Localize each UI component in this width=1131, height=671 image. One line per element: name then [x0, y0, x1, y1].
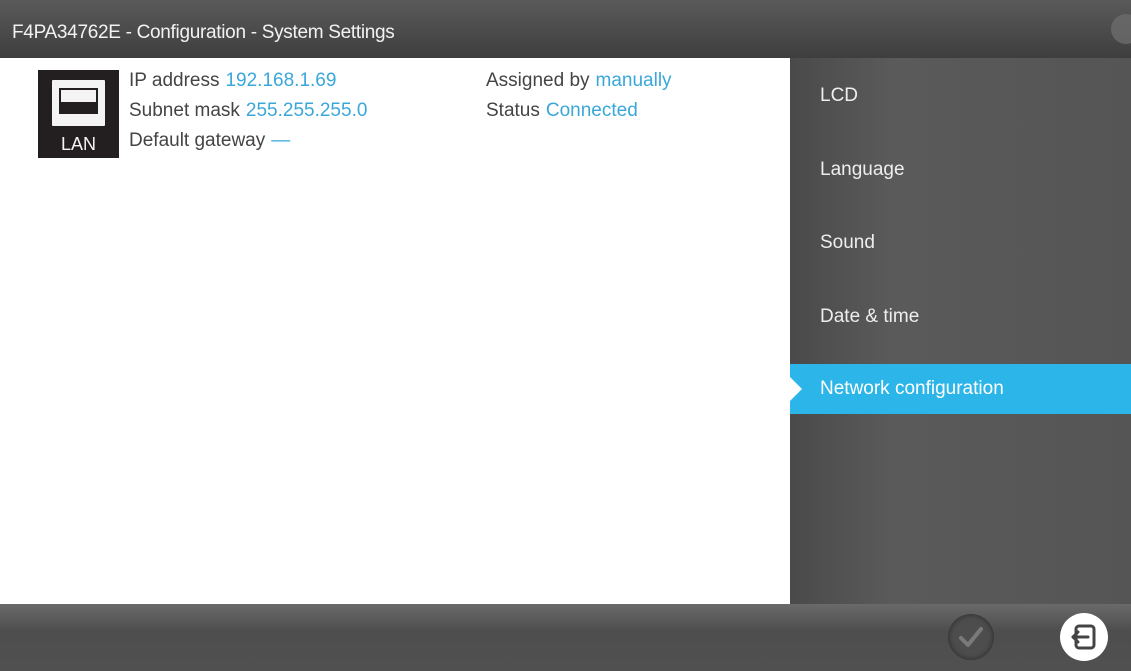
- default-gateway-row: Default gateway —: [129, 130, 290, 152]
- sidebar-item-language[interactable]: Language: [790, 145, 1131, 195]
- status-row: Status Connected: [486, 100, 638, 122]
- confirm-button[interactable]: [948, 614, 994, 660]
- assigned-by-label: Assigned by: [486, 70, 590, 91]
- checkmark-icon: [959, 627, 983, 647]
- settings-sidebar: LCD Language Sound Date & time Network c…: [789, 58, 1131, 604]
- lan-icon-label: LAN: [60, 134, 96, 154]
- default-gateway-value: —: [271, 130, 291, 151]
- ip-address-label: IP address: [129, 70, 220, 91]
- subnet-mask-value: 255.255.255.0: [245, 100, 368, 121]
- lan-icon: LAN: [38, 70, 119, 158]
- assigned-by-row: Assigned by manually: [486, 70, 672, 92]
- sidebar-item-date-time[interactable]: Date & time: [790, 292, 1131, 342]
- title-bar: F4PA34762E - Configuration - System Sett…: [0, 0, 1131, 58]
- corner-decoration: [1111, 14, 1131, 44]
- window-title: F4PA34762E - Configuration - System Sett…: [12, 22, 395, 43]
- exit-button[interactable]: [1060, 613, 1108, 661]
- ip-address-value: 192.168.1.69: [225, 70, 337, 91]
- status-value: Connected: [545, 100, 638, 121]
- sidebar-item-sound[interactable]: Sound: [790, 218, 1131, 268]
- subnet-mask-row: Subnet mask 255.255.255.0: [129, 100, 367, 122]
- sidebar-item-network-configuration[interactable]: Network configuration: [789, 364, 1131, 414]
- exit-icon: [1071, 624, 1096, 650]
- default-gateway-label: Default gateway: [129, 130, 266, 151]
- sidebar-item-lcd[interactable]: LCD: [790, 71, 1131, 121]
- ethernet-socket-icon: [52, 80, 105, 126]
- status-label: Status: [486, 100, 540, 121]
- assigned-by-value: manually: [595, 70, 672, 91]
- subnet-mask-label: Subnet mask: [129, 100, 240, 121]
- ip-address-row: IP address 192.168.1.69: [129, 70, 336, 92]
